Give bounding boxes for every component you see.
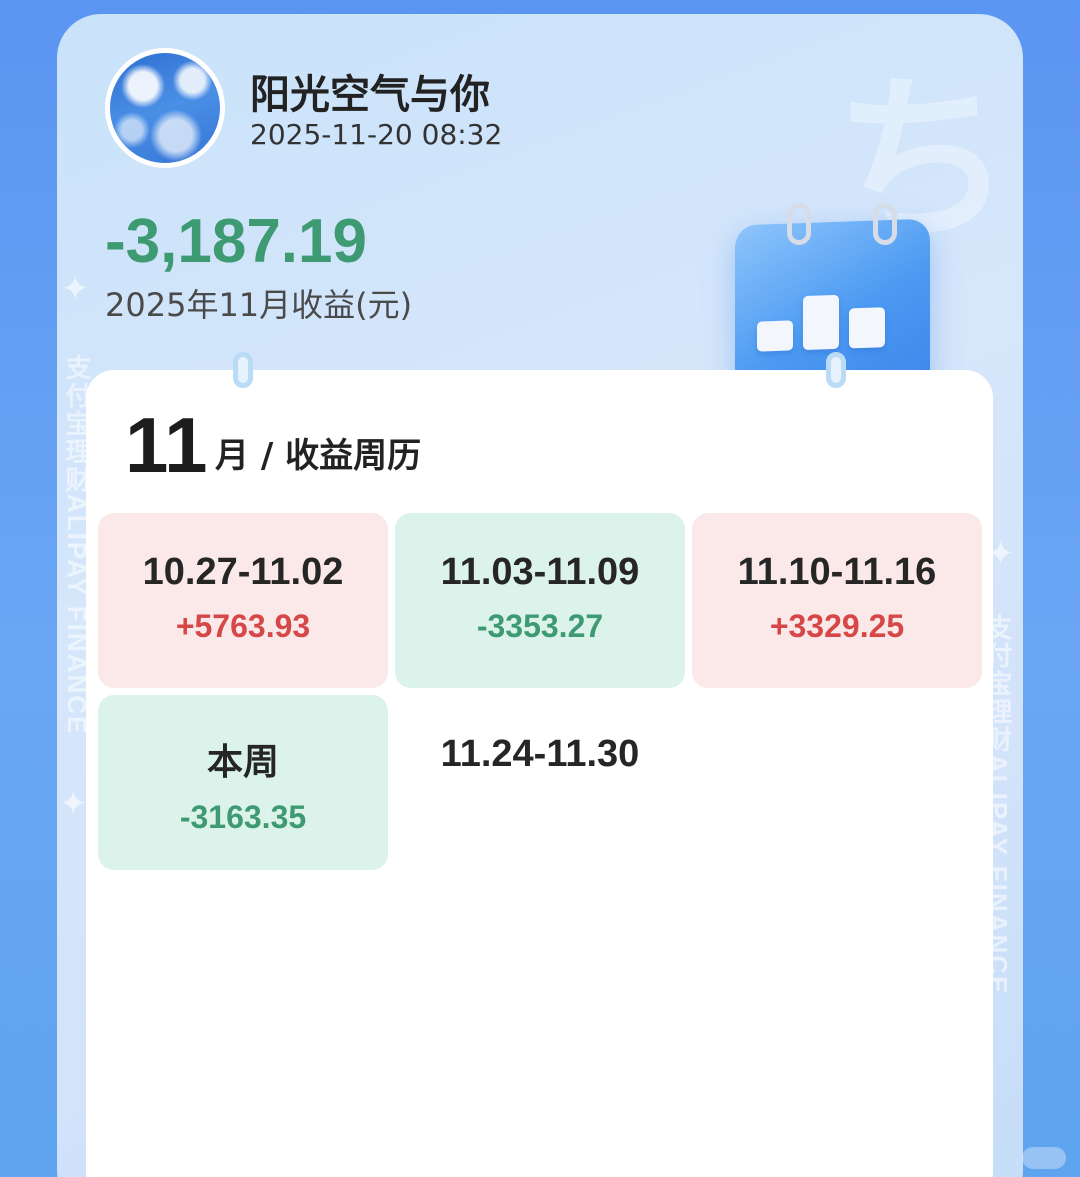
binder-pin	[233, 352, 253, 388]
monthly-income-label: 2025年11月收益(元)	[105, 286, 413, 324]
week-cell[interactable]: 10.27-11.02 +5763.93	[98, 513, 388, 688]
week-cell[interactable]: 11.10-11.16 +3329.25	[692, 513, 982, 688]
week-amount: +3329.25	[769, 608, 905, 644]
sparkle-icon: ✦	[59, 784, 88, 824]
binder-pin	[826, 352, 846, 388]
username: 阳光空气与你	[250, 72, 490, 118]
week-amount: -3353.27	[476, 608, 604, 644]
monthly-income-value: -3,187.19	[105, 207, 367, 276]
avatar[interactable]	[105, 48, 225, 168]
sparkle-icon: ✦	[61, 269, 90, 309]
week-amount: +5763.93	[175, 608, 311, 644]
week-range: 11.10-11.16	[737, 551, 937, 593]
timestamp: 2025-11-20 08:32	[250, 118, 503, 151]
week-range: 10.27-11.02	[142, 551, 344, 593]
week-range: 本周	[206, 742, 279, 783]
week-cell[interactable]: 11.03-11.09 -3353.27	[395, 513, 685, 688]
week-amount: -3163.35	[179, 799, 307, 835]
month-number: 11	[125, 401, 208, 489]
month-title: 月 / 收益周历	[215, 436, 422, 476]
week-cell-current[interactable]: 本周 -3163.35	[98, 695, 388, 870]
week-cell-future: 11.24-11.30	[395, 695, 685, 870]
week-range: 11.24-11.30	[440, 733, 640, 775]
week-range: 11.03-11.09	[440, 551, 640, 593]
corner-badge	[1022, 1147, 1066, 1169]
